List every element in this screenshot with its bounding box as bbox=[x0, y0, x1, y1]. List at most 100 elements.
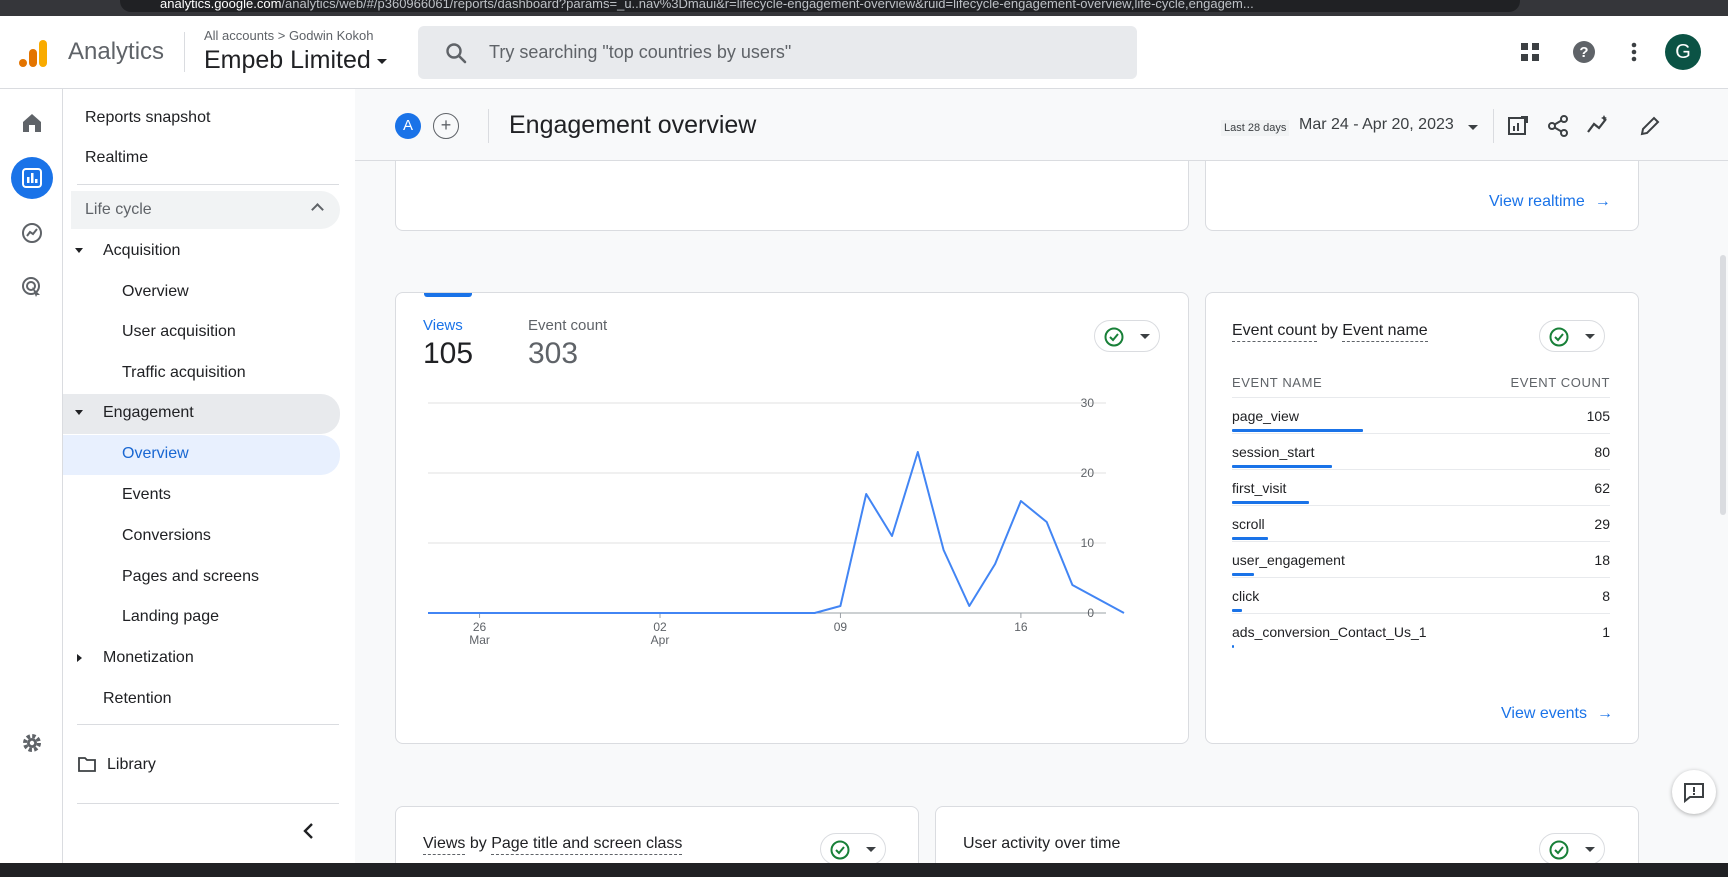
views-line-chart: 30 20 10 0 26Mar 02Apr 09 16 bbox=[428, 396, 1125, 647]
nav-retention[interactable]: Retention bbox=[63, 680, 340, 718]
search-bar[interactable]: Try searching "top countries by users" bbox=[418, 26, 1137, 79]
title-dimension[interactable]: Event name bbox=[1342, 322, 1428, 342]
nav-user-acquisition[interactable]: User acquisition bbox=[63, 313, 340, 351]
property-selector[interactable]: Empeb Limited bbox=[204, 46, 387, 75]
account-avatar[interactable]: G bbox=[1665, 34, 1701, 70]
nav-acquisition[interactable]: Acquisition bbox=[63, 232, 340, 270]
nav-divider bbox=[77, 803, 339, 804]
date-range-selector[interactable]: Mar 24 - Apr 20, 2023 bbox=[1299, 116, 1454, 134]
arrow-right-icon: → bbox=[1594, 193, 1611, 210]
collapsed-arrow-icon bbox=[77, 654, 82, 662]
event-table-row[interactable]: scroll 29 bbox=[1232, 505, 1610, 541]
nav-engagement[interactable]: Engagement bbox=[63, 394, 340, 434]
customize-report-icon[interactable] bbox=[1505, 113, 1531, 139]
svg-text:?: ? bbox=[1579, 44, 1588, 61]
event-count-cell: 105 bbox=[1586, 408, 1610, 424]
x-tick-label: 26 bbox=[473, 620, 487, 634]
nav-label: Landing page bbox=[122, 608, 219, 625]
nav-pages-and-screens[interactable]: Pages and screens bbox=[63, 558, 340, 596]
nav-conversions[interactable]: Conversions bbox=[63, 517, 340, 555]
data-quality-status-button[interactable] bbox=[1539, 320, 1605, 352]
y-tick-label: 20 bbox=[1081, 466, 1095, 480]
metric-tab-views-label[interactable]: Views bbox=[423, 317, 463, 334]
advertising-icon[interactable] bbox=[14, 269, 50, 305]
settings-gear-icon[interactable] bbox=[14, 725, 50, 761]
reports-icon[interactable] bbox=[11, 157, 53, 199]
insights-icon[interactable] bbox=[1585, 113, 1611, 139]
nav-divider bbox=[77, 184, 339, 185]
nav-reports-snapshot[interactable]: Reports snapshot bbox=[63, 99, 340, 137]
feedback-icon bbox=[1684, 783, 1704, 803]
page-scrollbar[interactable] bbox=[1720, 255, 1726, 515]
nav-label: Overview bbox=[122, 445, 189, 462]
metric-event-count-value: 303 bbox=[528, 337, 579, 370]
data-quality-status-button[interactable] bbox=[1094, 320, 1160, 352]
nav-divider bbox=[77, 724, 339, 725]
analytics-page: analytics.google.com/analytics/web/#/p36… bbox=[0, 0, 1728, 877]
title-metric[interactable]: Views bbox=[423, 835, 466, 855]
event-table-row[interactable]: user_engagement 18 bbox=[1232, 541, 1610, 577]
col-header-event-count: EVENT COUNT bbox=[1510, 375, 1610, 390]
comparison-badge[interactable]: A bbox=[395, 113, 421, 139]
dropdown-arrow-icon bbox=[866, 847, 876, 852]
date-range-dropdown-icon[interactable] bbox=[1468, 125, 1478, 130]
report-toolbar: A + Engagement overview Last 28 days Mar… bbox=[355, 89, 1728, 161]
nav-section-life-cycle[interactable]: Life cycle bbox=[71, 191, 340, 229]
share-icon[interactable] bbox=[1545, 113, 1571, 139]
apps-grid-icon[interactable] bbox=[1516, 38, 1544, 66]
collapse-nav-chevron-icon[interactable] bbox=[302, 822, 316, 840]
nav-traffic-acquisition[interactable]: Traffic acquisition bbox=[63, 354, 340, 392]
event-table-row[interactable]: session_start 80 bbox=[1232, 433, 1610, 469]
breadcrumb-account: All accounts bbox=[204, 28, 275, 43]
title-dimension[interactable]: Page title and screen class bbox=[491, 835, 683, 855]
event-table-row[interactable]: ads_conversion_Contact_Us_1 1 bbox=[1232, 613, 1610, 649]
view-realtime-link[interactable]: View realtime → bbox=[1489, 193, 1611, 211]
more-vert-icon[interactable] bbox=[1620, 38, 1648, 66]
breadcrumb-separator: > bbox=[277, 28, 286, 43]
event-count-bar bbox=[1232, 573, 1255, 576]
header-divider bbox=[184, 32, 185, 72]
feedback-button[interactable] bbox=[1672, 770, 1716, 814]
event-table-row[interactable]: page_view 105 bbox=[1232, 397, 1610, 433]
y-tick-label: 30 bbox=[1081, 396, 1095, 410]
address-bar[interactable]: analytics.google.com/analytics/web/#/p36… bbox=[120, 0, 1520, 12]
nav-landing-page[interactable]: Landing page bbox=[63, 598, 340, 636]
nav-label: Events bbox=[122, 486, 171, 503]
check-circle-icon bbox=[1104, 327, 1124, 347]
arrow-right-icon: → bbox=[1596, 705, 1613, 722]
view-events-link[interactable]: View events → bbox=[1501, 705, 1613, 723]
app-header: Analytics All accounts > Godwin Kokoh Em… bbox=[0, 16, 1728, 89]
nav-library[interactable]: Library bbox=[63, 746, 340, 784]
os-taskbar bbox=[0, 863, 1728, 877]
home-icon[interactable] bbox=[14, 105, 50, 141]
x-tick-month-label: Mar bbox=[469, 633, 490, 647]
nav-engagement-overview[interactable]: Overview bbox=[63, 435, 340, 475]
nav-label: Life cycle bbox=[85, 201, 152, 218]
expand-arrow-icon bbox=[75, 248, 83, 253]
metric-tab-event-count-label[interactable]: Event count bbox=[528, 317, 607, 334]
help-icon[interactable]: ? bbox=[1570, 38, 1598, 66]
event-table-row[interactable]: click 8 bbox=[1232, 577, 1610, 613]
explore-icon[interactable] bbox=[14, 215, 50, 251]
check-circle-icon bbox=[830, 840, 850, 860]
date-preset-label[interactable]: Last 28 days bbox=[1221, 120, 1290, 136]
title-connector: by bbox=[1316, 322, 1343, 339]
edit-pencil-icon[interactable] bbox=[1637, 113, 1663, 139]
data-quality-status-button[interactable] bbox=[820, 833, 886, 865]
data-quality-status-button[interactable] bbox=[1539, 833, 1605, 865]
url-path: /analytics/web/#/p360966061/reports/dash… bbox=[281, 0, 1254, 11]
event-count-cell: 8 bbox=[1602, 588, 1610, 604]
views-by-page-title: Views by Page title and screen class bbox=[423, 835, 683, 855]
expand-arrow-icon bbox=[75, 410, 83, 415]
nav-label: User acquisition bbox=[122, 323, 236, 340]
add-comparison-button[interactable]: + bbox=[433, 113, 459, 139]
analytics-logo-icon[interactable] bbox=[17, 37, 49, 69]
title-metric[interactable]: Event count bbox=[1232, 322, 1317, 342]
check-circle-icon bbox=[1549, 327, 1569, 347]
event-table-row[interactable]: first_visit 62 bbox=[1232, 469, 1610, 505]
nav-events[interactable]: Events bbox=[63, 476, 340, 514]
nav-acquisition-overview[interactable]: Overview bbox=[63, 273, 340, 311]
nav-monetization[interactable]: Monetization bbox=[63, 639, 340, 677]
account-breadcrumb[interactable]: All accounts > Godwin Kokoh bbox=[204, 28, 374, 43]
nav-realtime[interactable]: Realtime bbox=[63, 139, 340, 177]
